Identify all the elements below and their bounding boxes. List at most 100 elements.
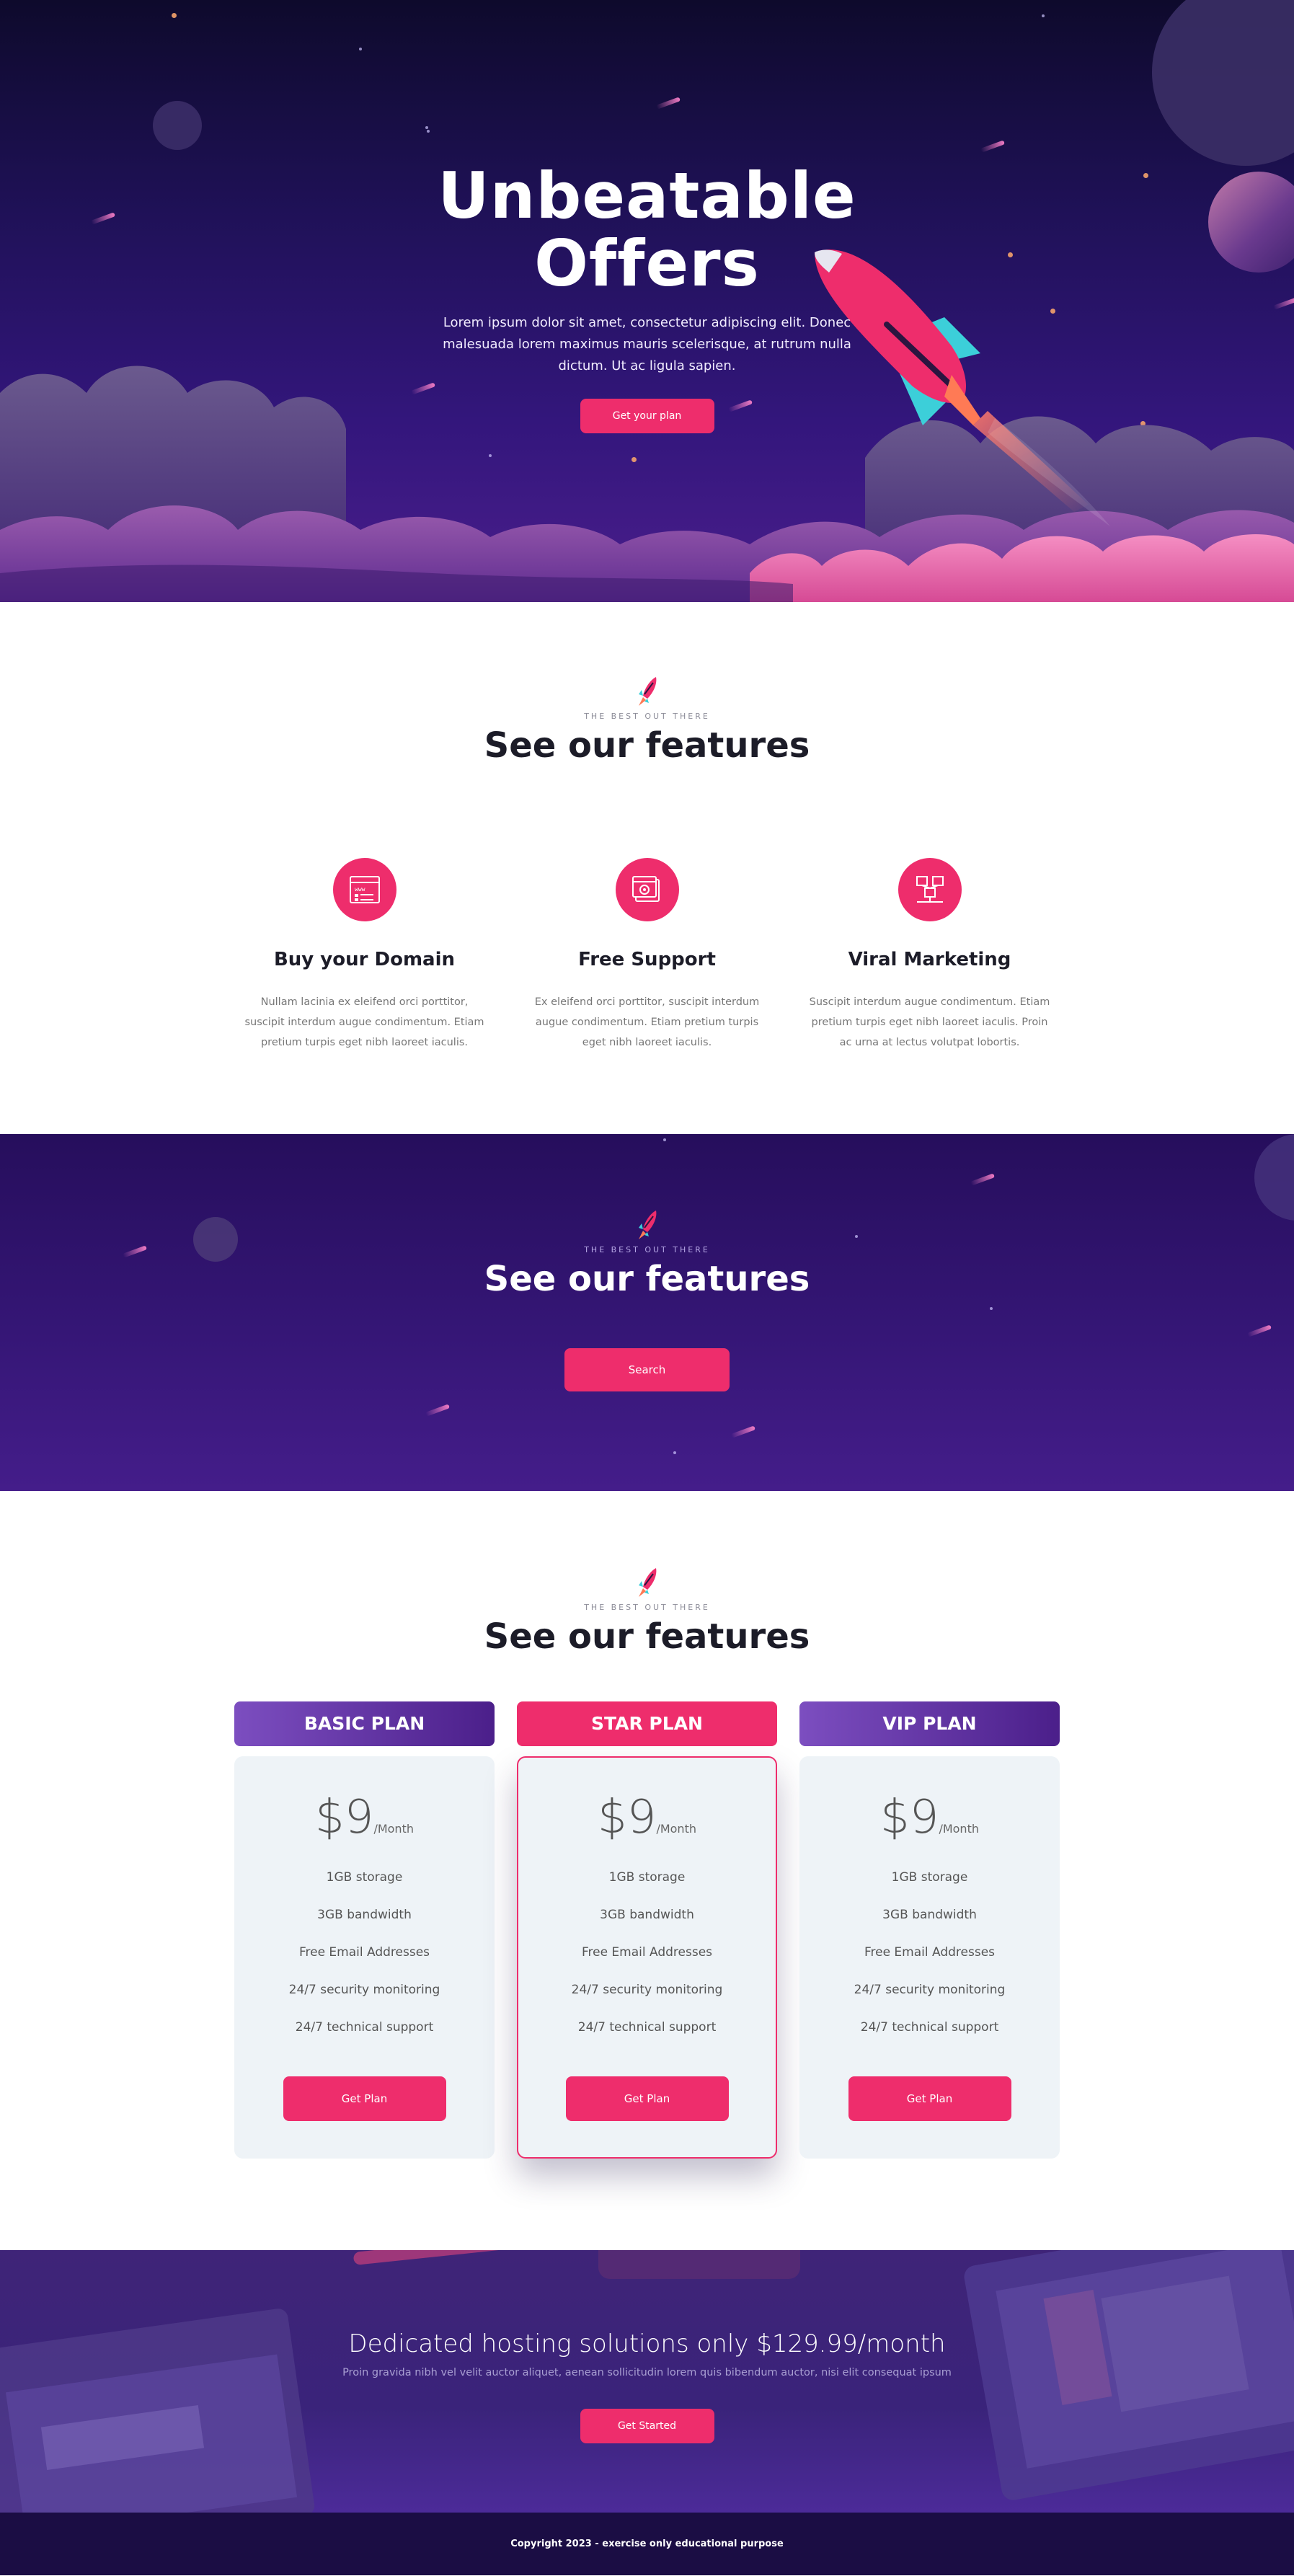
features-header: THE BEST OUT THERE See our features [0, 676, 1294, 766]
star [990, 1307, 993, 1310]
rocket-icon [638, 1210, 656, 1239]
plan-period: /Month [939, 1822, 979, 1836]
hero-content: Unbeatable Offers Lorem ipsum dolor sit … [0, 162, 1294, 433]
star [1042, 14, 1045, 17]
network-icon [898, 858, 962, 921]
plan-feature: 3GB bandwidth [882, 1908, 977, 1922]
plan-name: BASIC PLAN [234, 1701, 495, 1746]
hero-section: Unbeatable Offers Lorem ipsum dolor sit … [0, 0, 1294, 602]
plan-body: $9/Month 1GB storage 3GB bandwidth Free … [799, 1756, 1060, 2159]
features-title: See our features [484, 725, 810, 766]
hero-title-line2: Offers [534, 226, 760, 301]
cta-text: Proin gravida nibh vel velit auctor aliq… [342, 2367, 952, 2378]
get-your-plan-button[interactable]: Get your plan [580, 399, 714, 433]
plan-list: BASIC PLAN $9/Month 1GB storage 3GB band… [0, 1701, 1294, 2159]
plan-price: $9 [598, 1791, 657, 1844]
plan-features: 1GB storage 3GB bandwidth Free Email Add… [518, 1859, 776, 2046]
get-plan-button[interactable]: Get Plan [848, 2076, 1011, 2121]
star [427, 130, 430, 133]
plan-features: 1GB storage 3GB bandwidth Free Email Add… [799, 1859, 1060, 2046]
planet [153, 101, 202, 150]
plan-feature: 3GB bandwidth [600, 1908, 694, 1922]
plan-period: /Month [656, 1822, 696, 1836]
planet [1254, 1134, 1294, 1221]
feature-title: Buy your Domain [273, 949, 456, 970]
footer-copyright: Copyright 2023 - exercise only education… [510, 2539, 784, 2549]
hero-title-line1: Unbeatable [438, 159, 856, 233]
plan-name: VIP PLAN [799, 1701, 1060, 1746]
feature-title: Free Support [578, 949, 716, 970]
plan-price-row: $9/Month [799, 1791, 1060, 1844]
plan-card-vip: VIP PLAN $9/Month 1GB storage 3GB bandwi… [799, 1701, 1060, 2159]
feature-card: www Buy your Domain Nullam lacinia ex el… [223, 858, 506, 1053]
star [359, 48, 362, 50]
plan-feature: 24/7 security monitoring [571, 1983, 723, 1997]
rocket-icon [638, 1568, 656, 1597]
feature-text: Nullam lacinia ex eleifend orci porttito… [244, 996, 484, 1048]
get-started-button[interactable]: Get Started [580, 2409, 714, 2443]
plan-feature: 1GB storage [891, 1870, 968, 1885]
pricing-section: THE BEST OUT THERE See our features BASI… [0, 1491, 1294, 2250]
cta-content: Dedicated hosting solutions only $129.99… [0, 2250, 1294, 2443]
plan-period: /Month [373, 1822, 414, 1836]
plan-feature: 24/7 technical support [577, 2020, 717, 2035]
plan-feature: 1GB storage [608, 1870, 686, 1885]
get-plan-button[interactable]: Get Plan [283, 2076, 446, 2121]
plan-name: STAR PLAN [517, 1701, 777, 1746]
rocket-icon [638, 677, 656, 706]
planet [1152, 0, 1294, 166]
plan-feature: 24/7 security monitoring [288, 1983, 440, 1997]
search-band-section: THE BEST OUT THERE See our features Sear… [0, 1134, 1294, 1491]
feature-title: Viral Marketing [848, 949, 1011, 970]
plan-body: $9/Month 1GB storage 3GB bandwidth Free … [517, 1756, 777, 2159]
feature-card: Free Support Ex eleifend orci porttitor,… [506, 858, 789, 1053]
plan-feature: 24/7 technical support [860, 2020, 999, 2035]
star [663, 1138, 666, 1141]
cta-section: Dedicated hosting solutions only $129.99… [0, 2250, 1294, 2513]
search-band-header: THE BEST OUT THERE See our features [0, 1209, 1294, 1299]
plan-price-row: $9/Month [518, 1791, 776, 1844]
meteor [970, 1173, 996, 1186]
svg-text:www: www [355, 886, 365, 893]
search-band-eyebrow: THE BEST OUT THERE [584, 1245, 710, 1254]
plan-feature: Free Email Addresses [298, 1945, 430, 1960]
feature-text: Ex eleifend orci porttitor, suscipit int… [534, 996, 760, 1048]
plan-feature: 24/7 technical support [295, 2020, 434, 2035]
cta-title: Dedicated hosting solutions only $129.99… [348, 2329, 946, 2358]
plan-feature: Free Email Addresses [581, 1945, 713, 1960]
plan-card-basic: BASIC PLAN $9/Month 1GB storage 3GB band… [234, 1701, 495, 2159]
hero-description: Lorem ipsum dolor sit amet, consectetur … [443, 315, 851, 373]
plan-price: $9 [880, 1791, 939, 1844]
plan-feature: Free Email Addresses [864, 1945, 996, 1960]
features-section: THE BEST OUT THERE See our features www … [0, 602, 1294, 1134]
plan-body: $9/Month 1GB storage 3GB bandwidth Free … [234, 1756, 495, 2159]
pricing-header: THE BEST OUT THERE See our features [0, 1567, 1294, 1657]
plan-features: 1GB storage 3GB bandwidth Free Email Add… [234, 1859, 495, 2046]
star [172, 13, 177, 18]
plan-price: $9 [315, 1791, 374, 1844]
feature-text: Suscipit interdum augue condimentum. Eti… [809, 996, 1050, 1048]
footer: Copyright 2023 - exercise only education… [0, 2513, 1294, 2575]
features-eyebrow: THE BEST OUT THERE [584, 712, 710, 721]
plan-feature: 24/7 security monitoring [854, 1983, 1006, 1997]
plan-price-row: $9/Month [234, 1791, 495, 1844]
hero-title: Unbeatable Offers [0, 162, 1294, 298]
meteor [425, 1404, 451, 1417]
search-band-title: See our features [484, 1259, 810, 1299]
browser-window-icon: www [332, 858, 396, 921]
meteor [1246, 1324, 1272, 1337]
feature-card: Viral Marketing Suscipit interdum augue … [789, 858, 1071, 1053]
plan-feature: 1GB storage [326, 1870, 403, 1885]
get-plan-button[interactable]: Get Plan [565, 2076, 729, 2121]
plan-card-star: STAR PLAN $9/Month 1GB storage 3GB bandw… [517, 1701, 777, 2159]
meteor [980, 140, 1006, 153]
search-button[interactable]: Search [564, 1348, 730, 1391]
pricing-eyebrow: THE BEST OUT THERE [584, 1603, 710, 1612]
plan-feature: 3GB bandwidth [317, 1908, 412, 1922]
meteor [655, 97, 681, 110]
feature-list: www Buy your Domain Nullam lacinia ex el… [0, 858, 1294, 1053]
pricing-title: See our features [484, 1616, 810, 1657]
star [425, 126, 428, 129]
settings-window-icon [615, 858, 679, 921]
star [673, 1451, 676, 1454]
